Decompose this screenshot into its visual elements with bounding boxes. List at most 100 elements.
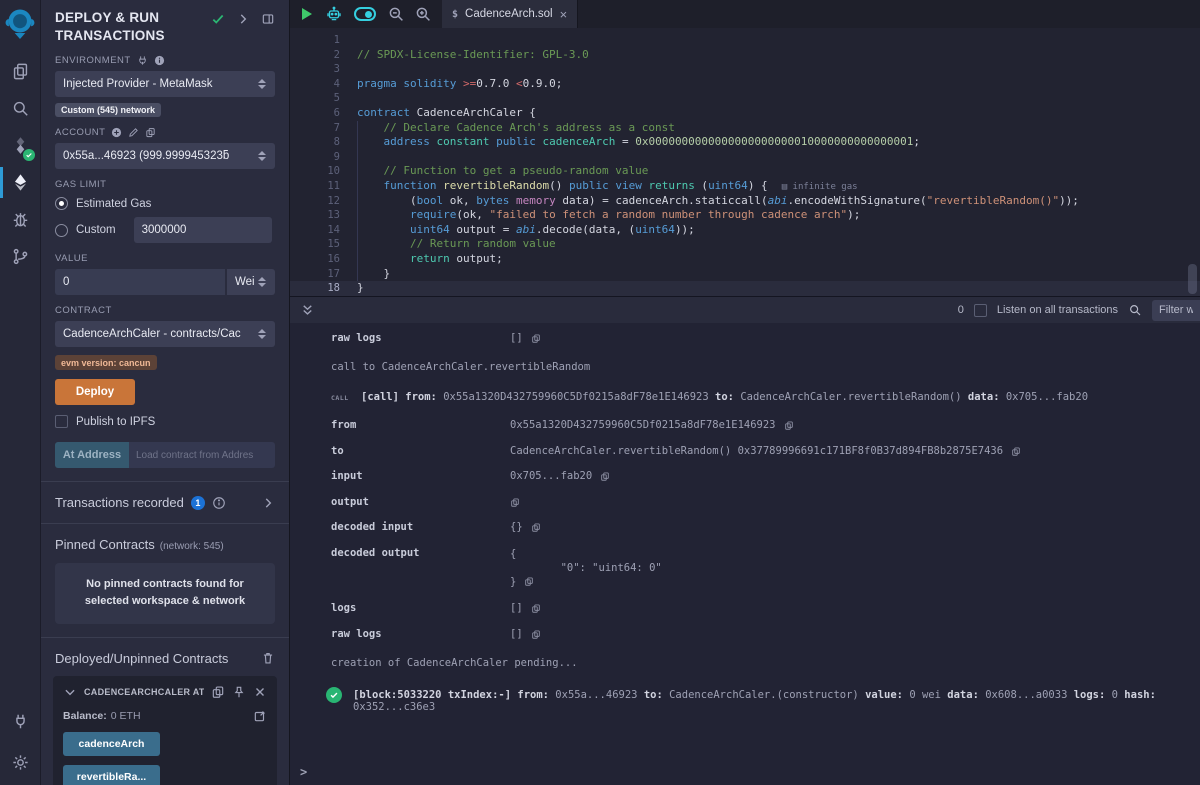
network-badge: Custom (545) network (55, 103, 161, 117)
deploy-run-panel: DEPLOY & RUN TRANSACTIONS ENVIRONMENT In… (41, 0, 290, 785)
git-icon[interactable] (0, 238, 40, 275)
edit-account-icon[interactable] (128, 127, 139, 138)
copy-icon[interactable] (531, 333, 541, 344)
environment-select[interactable]: Injected Provider - MetaMask (55, 71, 275, 97)
plugin-manager-icon[interactable] (0, 703, 40, 740)
terminal-row: creation of CadenceArchCaler pending... (331, 657, 1190, 669)
custom-gas-radio[interactable] (55, 224, 68, 237)
copy-icon[interactable] (524, 576, 534, 587)
contract-label: CONTRACT (55, 305, 275, 316)
revertible-random-button[interactable]: revertibleRa... (63, 765, 160, 785)
environment-info-icon[interactable] (154, 55, 165, 66)
terminal-row: call to CadenceArchCaler.revertibleRando… (331, 361, 1190, 373)
line-number: 2 (290, 48, 340, 63)
chevron-updown-icon (257, 277, 267, 287)
copy-address-icon[interactable] (211, 685, 225, 699)
debugger-icon[interactable] (0, 201, 40, 238)
terminal-row: CALL[call] from: 0x55a1320D432759960C5Df… (331, 391, 1190, 403)
code-line: 3 (290, 62, 1200, 77)
terminal-field-label: to (331, 445, 510, 457)
panel-title: DEPLOY & RUN TRANSACTIONS (55, 9, 195, 45)
ai-assistant-icon[interactable] (325, 5, 343, 23)
expand-terminal-icon[interactable] (300, 303, 315, 318)
line-number: 5 (290, 91, 340, 106)
code-line: 1 (290, 33, 1200, 48)
close-contract-icon[interactable] (253, 685, 267, 699)
code-line: 9 (290, 150, 1200, 165)
transactions-recorded-label: Transactions recorded (55, 495, 184, 510)
settings-icon[interactable] (0, 744, 40, 781)
code-editor[interactable]: 12// SPDX-License-Identifier: GPL-3.034p… (290, 28, 1200, 296)
terminal-prompt[interactable]: > (300, 765, 307, 779)
code-line: 16 return output; (290, 252, 1200, 267)
tab-close-icon[interactable]: × (560, 8, 568, 21)
terminal-filter-input[interactable] (1152, 300, 1200, 321)
terminal-search-icon[interactable] (1128, 303, 1142, 317)
zoom-in-icon[interactable] (414, 5, 432, 23)
value-unit-select[interactable]: Wei (227, 269, 275, 295)
search-icon[interactable] (0, 90, 40, 127)
edit-balance-icon[interactable] (253, 709, 267, 723)
cadence-arch-button[interactable]: cadenceArch (63, 732, 160, 756)
main-area: $ CadenceArch.sol × 12// SPDX-License-Id… (290, 0, 1200, 785)
file-explorer-icon[interactable] (0, 53, 40, 90)
solidity-compiler-icon[interactable] (0, 127, 40, 164)
code-line: 8 address constant public cadenceArch = … (290, 135, 1200, 150)
account-select[interactable]: 0x55a...46923 (999.999945323ƃ (55, 143, 275, 169)
terminal-field-value: 0x55a1320D432759960C5Df0215a8dF78e1E1469… (510, 419, 794, 431)
line-number: 14 (290, 223, 340, 238)
trash-icon[interactable] (261, 651, 275, 665)
terminal-row: output (331, 496, 1190, 508)
copy-icon[interactable] (510, 497, 520, 508)
line-number: 4 (290, 77, 340, 92)
environment-label: ENVIRONMENT (55, 55, 275, 66)
zoom-out-icon[interactable] (387, 5, 405, 23)
code-line: 4pragma solidity >=0.7.0 <0.9.0; (290, 77, 1200, 92)
at-address-input[interactable] (129, 442, 275, 468)
copy-icon[interactable] (1011, 446, 1021, 457)
copy-account-icon[interactable] (145, 127, 156, 138)
terminal-field-label: raw logs (331, 332, 510, 344)
chevron-down-icon[interactable] (63, 685, 77, 699)
tab-cadencearch-sol[interactable]: $ CadenceArch.sol × (442, 0, 578, 28)
deploy-run-icon[interactable] (0, 164, 40, 201)
value-input[interactable] (55, 269, 225, 295)
copilot-toggle[interactable] (354, 7, 376, 21)
terminal-row: [block:5033220 txIndex:-] from: 0x55a...… (326, 687, 1190, 713)
estimated-gas-radio[interactable] (55, 197, 68, 210)
chevron-right-icon[interactable] (261, 496, 275, 510)
line-number: 17 (290, 267, 340, 282)
at-address-button[interactable]: At Address (55, 442, 129, 468)
custom-gas-label: Custom (76, 224, 116, 236)
terminal-field-label: logs (331, 602, 510, 614)
terminal-field-label: decoded output (331, 547, 510, 589)
code-line: 10 // Function to get a pseudo-random va… (290, 164, 1200, 179)
run-script-icon[interactable] (302, 8, 312, 20)
pin-panel-icon[interactable] (261, 12, 275, 26)
code-line: 12 (bool ok, bytes memory data) = cadenc… (290, 194, 1200, 209)
estimated-gas-label: Estimated Gas (76, 198, 151, 210)
terminal-row: decoded input{} (331, 521, 1190, 533)
add-account-icon[interactable] (111, 127, 122, 138)
terminal-tx-count: 0 (958, 304, 964, 316)
copy-icon[interactable] (600, 471, 610, 482)
remix-logo[interactable] (4, 5, 36, 41)
code-line: 14 uint64 output = abi.decode(data, (uin… (290, 223, 1200, 238)
publish-ipfs-label: Publish to IPFS (76, 416, 155, 428)
copy-icon[interactable] (531, 522, 541, 533)
panel-forward-icon[interactable] (236, 12, 250, 26)
terminal-field-label: raw logs (331, 628, 510, 640)
deploy-button[interactable]: Deploy (55, 379, 135, 405)
listen-all-checkbox[interactable] (974, 304, 987, 317)
chevron-updown-icon (257, 151, 267, 161)
copy-icon[interactable] (531, 603, 541, 614)
pin-contract-icon[interactable] (232, 685, 246, 699)
publish-ipfs-checkbox[interactable] (55, 415, 68, 428)
transactions-info-icon[interactable] (212, 496, 226, 510)
contract-select[interactable]: CadenceArchCaler - contracts/Cac (55, 321, 275, 347)
custom-gas-input[interactable] (134, 217, 272, 243)
copy-icon[interactable] (531, 629, 541, 640)
transactions-recorded-row[interactable]: Transactions recorded 1 (55, 495, 275, 510)
copy-icon[interactable] (784, 420, 794, 431)
fork-state-icon[interactable] (137, 55, 148, 66)
